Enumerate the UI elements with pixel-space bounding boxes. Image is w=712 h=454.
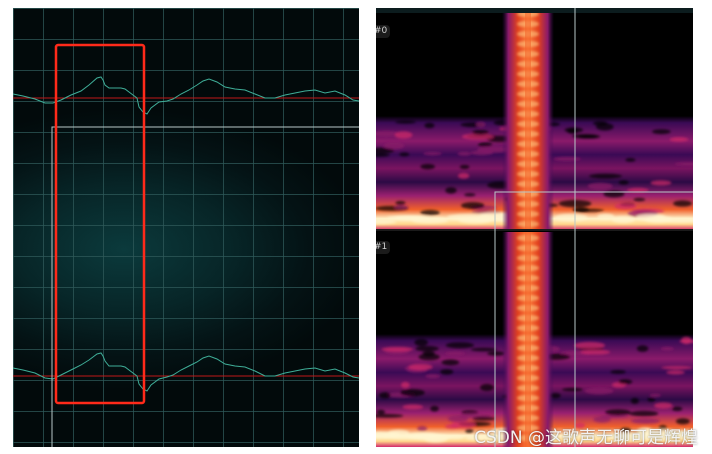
spectral-speckle <box>587 182 613 190</box>
spectral-speckle <box>472 129 489 135</box>
timeline-strip <box>376 8 693 13</box>
spectral-speckle <box>414 338 428 347</box>
spectral-speckle <box>399 152 410 157</box>
spectral-speckle <box>395 120 416 124</box>
spectral-speckle <box>408 363 433 371</box>
spectral-speckle <box>464 193 476 197</box>
spectral-speckle <box>445 187 457 194</box>
spectral-speckle <box>669 137 689 142</box>
channel-0-waveform <box>13 76 359 115</box>
spectral-speckle <box>418 353 440 361</box>
waveform-grid <box>13 8 359 447</box>
spectral-speckle <box>451 421 476 429</box>
spectral-speckle <box>395 201 406 206</box>
spectral-speckle <box>652 129 671 135</box>
spectrogram-channel-1 <box>376 232 693 447</box>
burst-core <box>525 8 531 230</box>
spectral-speckle <box>440 369 454 375</box>
spectral-speckle <box>420 163 435 170</box>
spectral-speckle <box>472 416 496 421</box>
spectral-speckle <box>461 202 485 209</box>
spectral-speckle <box>394 131 413 139</box>
bright-low-band-blob <box>404 432 441 439</box>
spectral-speckle <box>420 209 440 216</box>
spectral-speckle <box>553 156 582 162</box>
spectral-speckle <box>618 379 633 385</box>
spectral-speckle <box>402 404 424 410</box>
spectral-speckle <box>470 347 497 352</box>
spectral-speckle <box>671 406 683 412</box>
waveform-canvas[interactable] <box>13 8 359 447</box>
spectral-speckle <box>415 345 439 352</box>
bright-low-band-blob <box>411 217 449 224</box>
spectral-speckle <box>580 349 611 355</box>
spectral-speckle <box>476 121 486 128</box>
spectrogram-canvas[interactable] <box>376 8 693 447</box>
spectral-speckle <box>630 397 639 404</box>
spectral-speckle <box>430 405 439 412</box>
spectral-speckle <box>584 387 614 395</box>
watermark-text: CSDN @这歌声无聊可是辉煌 <box>474 428 698 448</box>
spectral-speckle <box>592 120 608 126</box>
spectral-speckle <box>381 346 414 352</box>
spectral-speckle <box>459 164 470 170</box>
spectral-speckle <box>673 200 692 207</box>
bright-low-band-blob <box>597 213 615 220</box>
spectral-speckle <box>605 409 632 416</box>
spectrogram-heatmap <box>376 8 693 447</box>
spectral-speckle <box>610 370 626 374</box>
spectral-speckle <box>376 409 386 415</box>
spectral-speckle <box>572 134 598 139</box>
spectral-speckle <box>574 341 606 350</box>
spectral-speckle <box>573 208 604 213</box>
spectrogram-panel[interactable]: #0 #1 <box>376 8 693 447</box>
spectral-speckle <box>417 425 428 432</box>
bright-low-band-blob <box>611 216 635 224</box>
spectral-speckle <box>383 141 405 150</box>
spectral-speckle <box>636 345 649 352</box>
spectral-speckle <box>660 346 675 351</box>
spectral-speckle <box>593 416 611 423</box>
waveform-panel[interactable] <box>13 8 359 447</box>
spectral-speckle <box>424 122 435 129</box>
channel-label-1: #1 <box>376 241 391 254</box>
spectral-speckle <box>400 381 410 389</box>
spectral-speckle <box>423 151 442 156</box>
spectral-speckle <box>394 205 409 210</box>
spectral-speckle <box>614 202 637 210</box>
spectral-speckle <box>487 351 505 356</box>
spectral-speckle <box>567 128 578 134</box>
burst-core <box>525 232 531 447</box>
spectral-speckle <box>661 365 693 370</box>
spectral-speckle <box>629 410 659 417</box>
spectral-speckle <box>588 173 623 179</box>
spectral-speckle <box>633 197 646 202</box>
spectral-speckle <box>441 359 460 366</box>
spectral-speckle <box>625 158 636 162</box>
channel-label-0: #0 <box>376 25 391 38</box>
spectral-speckle <box>666 370 685 375</box>
spectral-speckle <box>649 393 662 397</box>
spectral-speckle <box>447 414 469 423</box>
spectrogram-channel-0 <box>376 8 693 230</box>
spectral-speckle <box>445 342 475 349</box>
spectral-speckle <box>562 387 583 392</box>
channel-1-waveform <box>13 352 359 392</box>
spectral-speckle <box>457 151 472 156</box>
spectral-speckle <box>379 392 391 399</box>
bright-low-band-blob <box>636 213 666 221</box>
spectral-speckle <box>480 383 494 391</box>
spectral-speckle <box>465 428 474 433</box>
spectral-speckle <box>650 180 672 186</box>
spectral-speckle <box>457 172 470 179</box>
bright-low-band-blob <box>554 213 588 222</box>
spectral-speckle <box>425 374 441 379</box>
spectral-speckle <box>400 389 425 397</box>
spectral-speckle <box>654 402 673 409</box>
spectral-speckle <box>618 180 629 185</box>
spectral-speckle <box>647 397 656 402</box>
spectral-speckle <box>444 351 466 356</box>
